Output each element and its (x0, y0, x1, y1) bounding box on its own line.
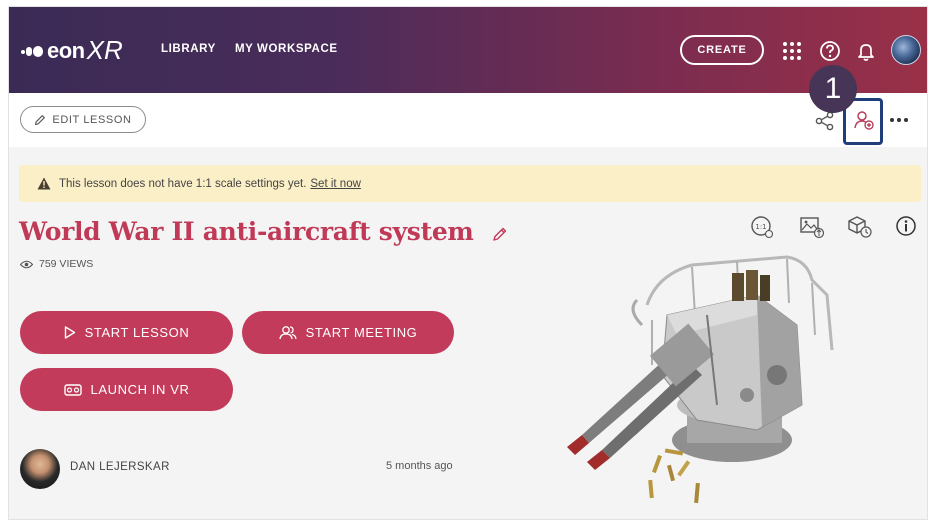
author-name[interactable]: DAN LEJERSKAR (70, 461, 170, 473)
apps-grid-icon[interactable] (781, 40, 803, 62)
views-count: 759 VIEWS (20, 258, 93, 270)
vr-headset-icon (63, 383, 82, 396)
logo-mark-icon (21, 44, 45, 58)
launch-vr-button[interactable]: LAUNCH IN VR (20, 368, 233, 411)
image-swap-icon[interactable] (799, 215, 825, 239)
author-avatar[interactable] (20, 449, 60, 489)
lesson-title: World War II anti-aircraft system (19, 217, 508, 246)
top-header: eon XR LIBRARY MY WORKSPACE CREATE (9, 7, 927, 93)
lesson-title-text: World War II anti-aircraft system (19, 217, 474, 246)
step-badge: 1 (809, 65, 857, 113)
meeting-people-icon (278, 326, 297, 340)
help-icon[interactable] (819, 40, 841, 62)
scale-icon[interactable]: 1:1 (750, 215, 774, 239)
model-history-icon[interactable] (847, 215, 873, 239)
scale-warning-banner: This lesson does not have 1:1 scale sett… (19, 165, 921, 202)
svg-text:1:1: 1:1 (755, 223, 766, 231)
nav-my-workspace[interactable]: MY WORKSPACE (235, 43, 338, 55)
eonxr-logo[interactable]: eon XR (21, 35, 123, 66)
play-icon (64, 326, 75, 339)
edit-title-pencil-icon[interactable] (492, 226, 508, 242)
set-it-now-link[interactable]: Set it now (310, 178, 361, 190)
start-meeting-button[interactable]: START MEETING (242, 311, 454, 354)
warning-icon (37, 177, 51, 190)
create-button[interactable]: CREATE (680, 35, 764, 65)
lesson-toolbar: EDIT LESSON (9, 93, 927, 147)
launch-vr-label: LAUNCH IN VR (90, 382, 190, 397)
logo-xr-text: XR (86, 35, 123, 65)
anti-aircraft-model-image[interactable] (557, 255, 857, 505)
start-lesson-label: START LESSON (84, 325, 190, 340)
app-window: eon XR LIBRARY MY WORKSPACE CREATE EDIT … (8, 6, 928, 520)
user-avatar[interactable] (891, 35, 921, 65)
bell-icon[interactable] (855, 40, 877, 62)
nav-library[interactable]: LIBRARY (161, 43, 216, 55)
logo-text: eon (47, 37, 85, 63)
last-updated-time: 5 months ago (386, 460, 453, 472)
share-icon[interactable] (815, 111, 835, 131)
pencil-icon (35, 114, 46, 125)
start-lesson-button[interactable]: START LESSON (20, 311, 233, 354)
views-text: 759 VIEWS (39, 258, 94, 270)
edit-lesson-button[interactable]: EDIT LESSON (20, 106, 146, 133)
info-icon[interactable] (895, 215, 917, 237)
eye-icon (20, 260, 33, 268)
warning-text: This lesson does not have 1:1 scale sett… (59, 177, 307, 190)
more-icon[interactable] (889, 117, 909, 123)
edit-lesson-label: EDIT LESSON (52, 113, 132, 126)
start-meeting-label: START MEETING (305, 325, 418, 340)
